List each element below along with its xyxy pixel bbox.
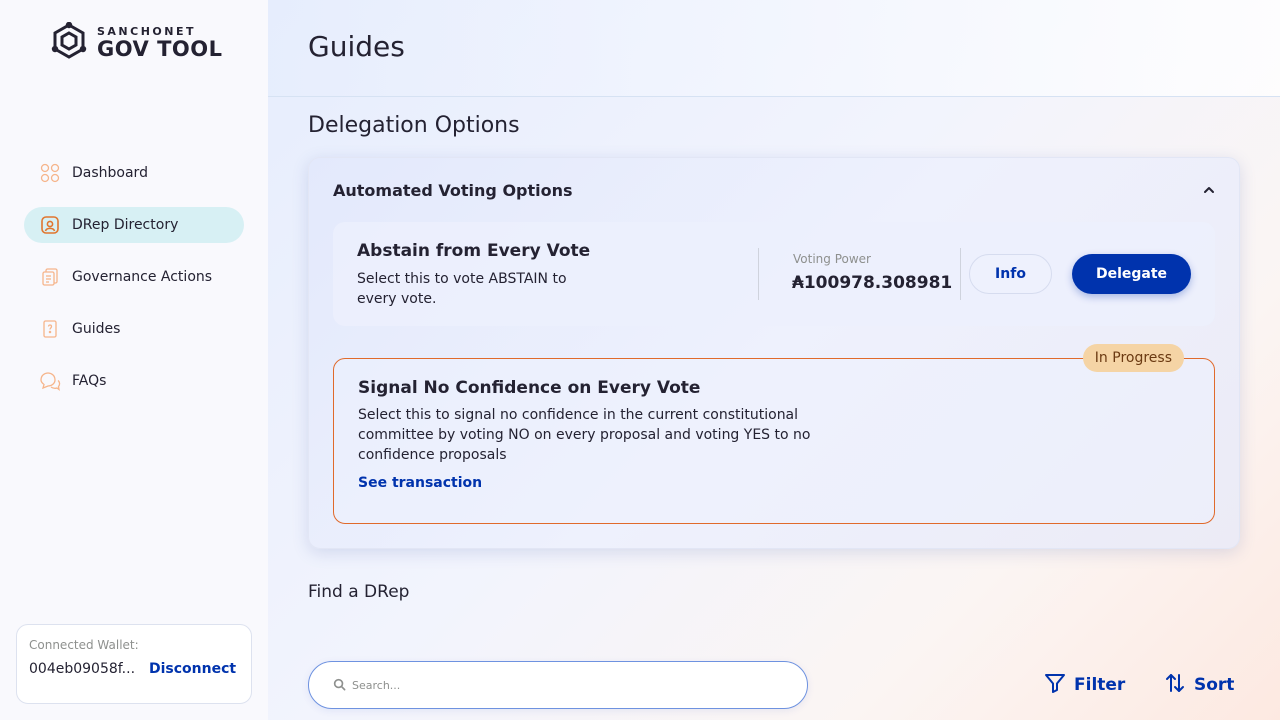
abstain-option-title: Abstain from Every Vote bbox=[357, 241, 591, 261]
disconnect-button[interactable]: Disconnect bbox=[149, 661, 236, 677]
sidebar-item-governance-actions[interactable]: Governance Actions bbox=[24, 259, 244, 295]
automated-voting-options-title: Automated Voting Options bbox=[333, 181, 573, 200]
voting-power-label: Voting Power bbox=[793, 252, 871, 266]
search-input[interactable] bbox=[352, 678, 752, 692]
delegate-button[interactable]: Delegate bbox=[1072, 254, 1191, 294]
sidebar-item-dashboard[interactable]: Dashboard bbox=[24, 155, 244, 191]
page-header: Guides bbox=[268, 0, 1280, 97]
voting-power-value: ₳100978.308981 bbox=[792, 273, 953, 293]
sidebar-item-label: FAQs bbox=[72, 373, 107, 389]
abstain-option-description: Select this to vote ABSTAIN to every vot… bbox=[357, 271, 567, 307]
no-confidence-option-description: Select this to signal no confidence in t… bbox=[358, 407, 811, 463]
sort-button[interactable]: Sort bbox=[1164, 672, 1234, 698]
delegation-options-title: Delegation Options bbox=[308, 113, 520, 138]
find-drep-title: Find a DRep bbox=[308, 582, 410, 602]
sidebar-nav: Dashboard DRep Directory Governance Acti… bbox=[24, 155, 244, 415]
automated-voting-options-card: Automated Voting Options Abstain from Ev… bbox=[308, 157, 1240, 549]
info-button[interactable]: Info bbox=[969, 254, 1052, 294]
sidebar-item-guides[interactable]: Guides bbox=[24, 311, 244, 347]
see-transaction-link[interactable]: See transaction bbox=[358, 475, 482, 491]
logo-brand-small: SANCHONET bbox=[97, 25, 196, 38]
status-badge: In Progress bbox=[1082, 344, 1184, 372]
sidebar-item-label: Dashboard bbox=[72, 165, 148, 181]
logo-icon bbox=[49, 21, 89, 64]
wallet-address: 004eb09058f... bbox=[29, 661, 136, 677]
connected-wallet-panel: Connected Wallet: 004eb09058f... Disconn… bbox=[16, 624, 252, 704]
filter-label: Filter bbox=[1074, 675, 1126, 695]
filter-icon bbox=[1044, 672, 1074, 699]
page-title: Guides bbox=[308, 30, 405, 63]
sidebar: SANCHONET GOV TOOL Dashboard DRep Direct… bbox=[0, 0, 268, 720]
faqs-icon bbox=[39, 370, 61, 392]
no-confidence-option: In Progress Signal No Confidence on Ever… bbox=[333, 344, 1215, 524]
sidebar-item-label: Guides bbox=[72, 321, 121, 337]
guides-icon bbox=[39, 318, 61, 340]
sidebar-item-label: DRep Directory bbox=[72, 217, 179, 233]
filter-button[interactable]: Filter bbox=[1044, 672, 1125, 698]
abstain-option: Abstain from Every Vote Select this to v… bbox=[333, 222, 1215, 326]
sidebar-item-label: Governance Actions bbox=[72, 269, 213, 285]
search-icon bbox=[333, 676, 346, 695]
governance-actions-icon bbox=[39, 266, 61, 288]
no-confidence-option-title: Signal No Confidence on Every Vote bbox=[358, 378, 701, 398]
divider bbox=[758, 248, 759, 300]
main-content: Guides Delegation Options Automated Voti… bbox=[268, 0, 1280, 720]
sort-label: Sort bbox=[1194, 675, 1235, 695]
search-bar[interactable] bbox=[308, 661, 808, 709]
divider bbox=[960, 248, 961, 300]
drep-directory-icon bbox=[39, 214, 61, 236]
dashboard-icon bbox=[39, 162, 61, 184]
sidebar-item-faqs[interactable]: FAQs bbox=[24, 363, 244, 399]
sidebar-item-drep-directory[interactable]: DRep Directory bbox=[24, 207, 244, 243]
wallet-label: Connected Wallet: bbox=[29, 638, 139, 652]
app-logo[interactable]: SANCHONET GOV TOOL bbox=[49, 21, 223, 64]
sort-icon bbox=[1164, 672, 1194, 699]
logo-brand-big: GOV TOOL bbox=[97, 37, 223, 61]
chevron-up-icon[interactable] bbox=[1201, 182, 1217, 198]
